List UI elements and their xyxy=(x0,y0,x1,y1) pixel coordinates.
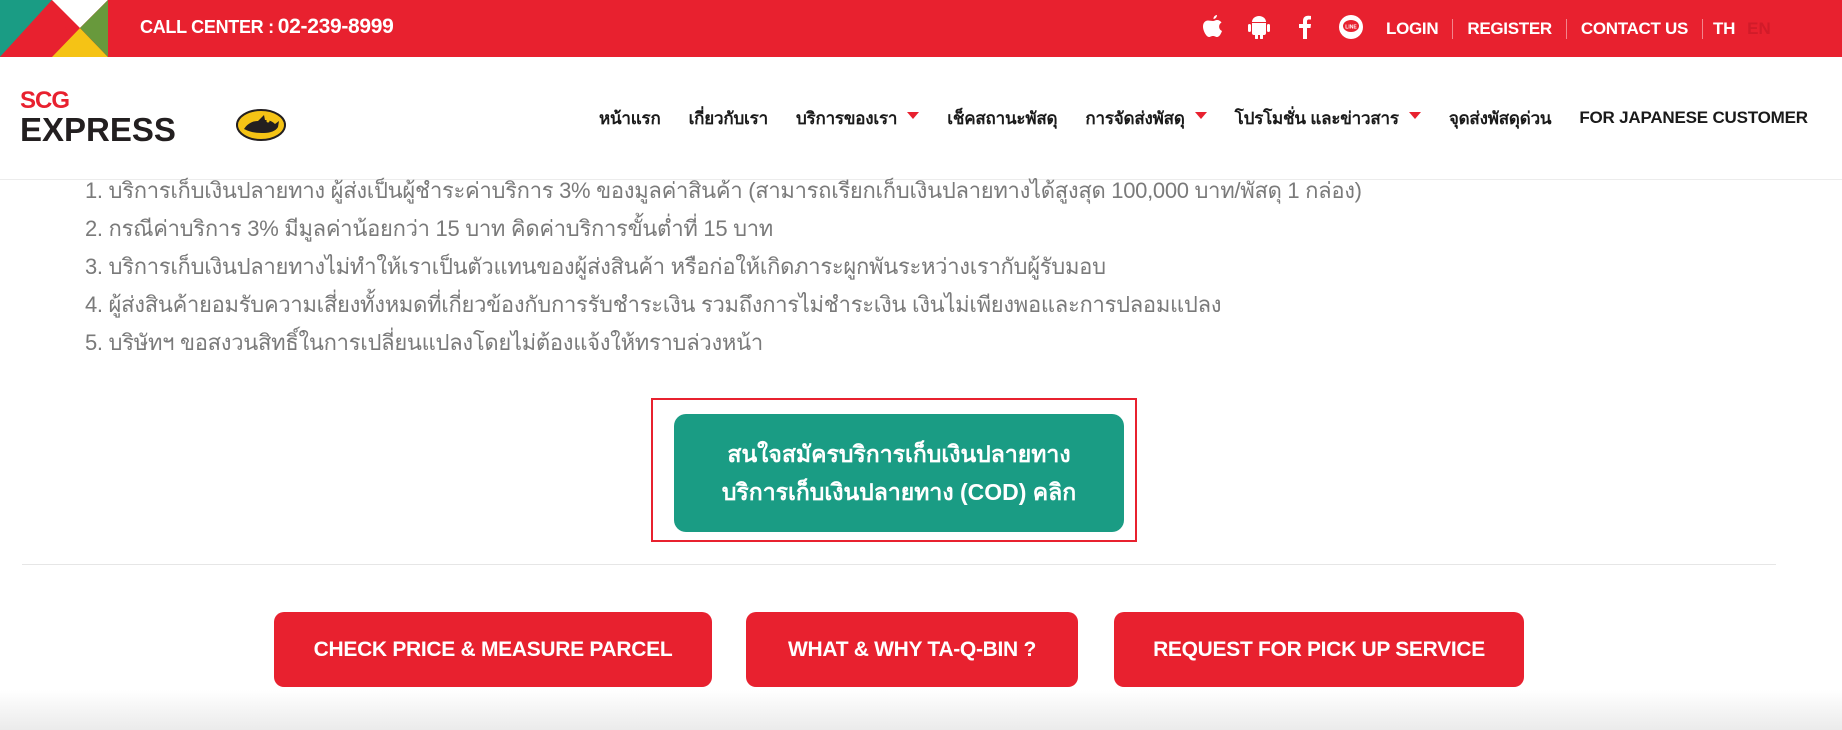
top-bar: CALL CENTER :02-239-8999 LINE LOGIN REGI… xyxy=(0,0,1842,57)
list-item: 2. กรณีค่าบริการ 3% มีมูลค่าน้อยกว่า 15 … xyxy=(85,216,774,241)
scg-express-logo[interactable]: SCG EXPRESS xyxy=(20,89,288,153)
what-why-taqbin-button[interactable]: WHAT & WHY TA-Q-BIN ? xyxy=(746,612,1078,687)
list-item: 4. ผู้ส่งสินค้ายอมรับความเสี่ยงทั้งหมดที… xyxy=(85,292,1222,317)
caret-down-icon xyxy=(907,111,920,119)
section-divider xyxy=(22,564,1776,565)
call-center: CALL CENTER :02-239-8999 xyxy=(140,15,394,39)
call-center-number[interactable]: 02-239-8999 xyxy=(278,15,394,38)
logo-scg-text: SCG xyxy=(20,87,70,114)
nav-item-label: การจัดส่งพัสดุ xyxy=(1085,108,1185,128)
cod-button-line1: สนใจสมัครบริการเก็บเงินปลายทาง xyxy=(727,441,1071,467)
main-nav: หน้าแรก เกี่ยวกับเรา บริการของเรา เช็คสถ… xyxy=(585,57,1822,179)
footer-shadow xyxy=(0,690,1842,730)
contact-us-link[interactable]: CONTACT US xyxy=(1565,18,1702,39)
register-link[interactable]: REGISTER xyxy=(1452,18,1566,39)
list-item: 1. บริการเก็บเงินปลายทาง ผู้ส่งเป็นผู้ชำ… xyxy=(85,178,1362,203)
svg-text:LINE: LINE xyxy=(1345,25,1357,31)
nav-item-dropoff-points[interactable]: จุดส่งพัสดุด่วน xyxy=(1435,105,1566,132)
cod-button-line2: บริการเก็บเงินปลายทาง (COD) คลิก xyxy=(721,479,1077,505)
app-icons: LINE xyxy=(1190,11,1374,43)
main-header: SCG EXPRESS หน้าแรก เกี่ยวกับเรา บริการข… xyxy=(0,57,1842,180)
nav-item-label: เช็คสถานะพัสดุ xyxy=(947,108,1058,128)
nav-item-label: หน้าแรก xyxy=(599,108,661,128)
black-cat-logo-icon xyxy=(236,109,286,141)
caret-down-icon xyxy=(1194,111,1207,119)
nav-item-label: จุดส่งพัสดุด่วน xyxy=(1448,108,1552,128)
line-icon[interactable]: LINE xyxy=(1328,11,1374,43)
caret-down-icon xyxy=(1408,111,1421,119)
logo-express-text: EXPRESS xyxy=(20,111,176,148)
nav-item-home[interactable]: หน้าแรก xyxy=(585,105,675,132)
brand-corner-mark xyxy=(0,0,140,57)
nav-item-label: FOR JAPANESE CUSTOMER xyxy=(1579,108,1808,127)
nav-item-label: บริการของเรา xyxy=(795,108,898,128)
apple-icon[interactable] xyxy=(1190,11,1236,43)
check-price-button[interactable]: CHECK PRICE & MEASURE PARCEL xyxy=(274,612,712,687)
list-item: 3. บริการเก็บเงินปลายทางไม่ทำให้เราเป็นต… xyxy=(85,254,1106,279)
call-center-label: CALL CENTER : xyxy=(140,17,274,37)
android-icon[interactable] xyxy=(1236,11,1282,43)
nav-item-label: เกี่ยวกับเรา xyxy=(688,108,769,128)
nav-item-tracking[interactable]: เช็คสถานะพัสดุ xyxy=(933,105,1071,132)
request-pickup-button[interactable]: REQUEST FOR PICK UP SERVICE xyxy=(1114,612,1524,687)
cod-terms-list: 1. บริการเก็บเงินปลายทาง ผู้ส่งเป็นผู้ชำ… xyxy=(85,172,1362,362)
nav-item-shipping[interactable]: การจัดส่งพัสดุ xyxy=(1071,105,1220,132)
cod-signup-button[interactable]: สนใจสมัครบริการเก็บเงินปลายทาง บริการเก็… xyxy=(674,414,1124,532)
facebook-icon[interactable] xyxy=(1282,11,1328,43)
login-link[interactable]: LOGIN xyxy=(1372,19,1452,39)
language-th[interactable]: TH xyxy=(1702,18,1745,39)
account-links: LOGIN REGISTER CONTACT US TH EN xyxy=(1372,0,1781,57)
language-en[interactable]: EN xyxy=(1745,19,1781,39)
list-item: 5. บริษัทฯ ขอสงวนสิทธิ์ในการเปลี่ยนแปลงโ… xyxy=(85,330,763,355)
nav-item-label: โปรโมชั่น และข่าวสาร xyxy=(1234,108,1399,128)
nav-item-japanese-customer[interactable]: FOR JAPANESE CUSTOMER xyxy=(1565,108,1821,128)
nav-item-promotions[interactable]: โปรโมชั่น และข่าวสาร xyxy=(1221,105,1435,132)
nav-item-about[interactable]: เกี่ยวกับเรา xyxy=(675,105,782,132)
nav-item-services[interactable]: บริการของเรา xyxy=(782,105,933,132)
